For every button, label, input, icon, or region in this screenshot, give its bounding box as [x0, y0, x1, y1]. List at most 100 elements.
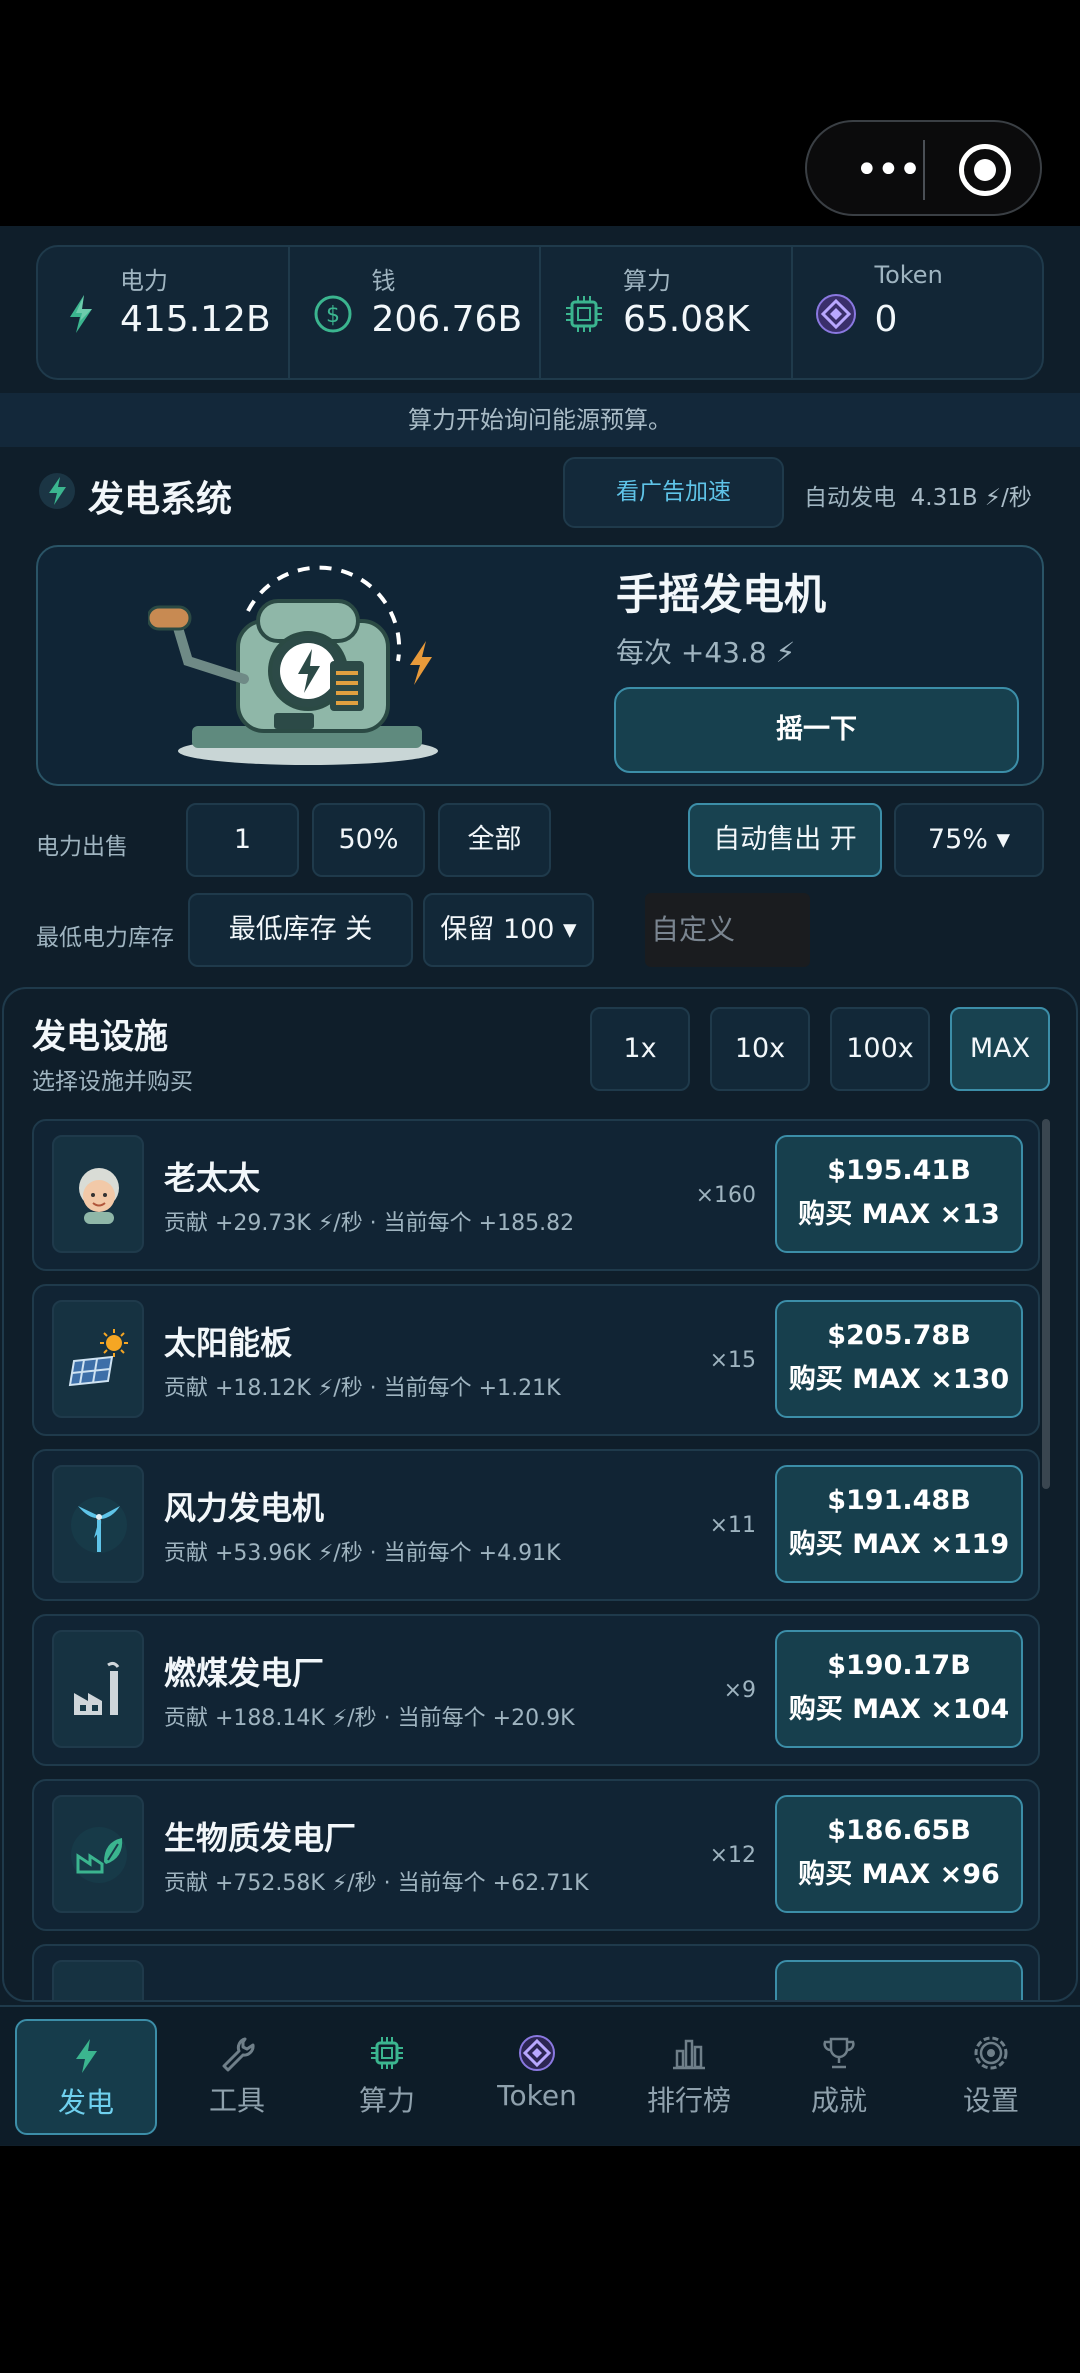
facility-thumb: [52, 1795, 144, 1913]
facility-row: 老太太 贡献 +29.73K ⚡/秒 · 当前每个 +185.82 ×160 $…: [32, 1119, 1040, 1271]
facility-count: ×160: [695, 1183, 756, 1208]
facility-thumb: [52, 1135, 144, 1253]
reserve-label: 最低电力库存: [36, 925, 174, 951]
buy-button[interactable]: $195.41B 购买 MAX ×13: [775, 1135, 1023, 1253]
chip-icon: [566, 296, 602, 332]
buy-button[interactable]: $205.78B 购买 MAX ×130: [775, 1300, 1023, 1418]
tab-label: 工具: [208, 2084, 265, 2117]
facilities-subtitle: 选择设施并购买: [32, 1069, 193, 1095]
stat-label: Token: [874, 261, 943, 289]
grandma-icon: [79, 1168, 119, 1224]
token-icon: [815, 294, 856, 334]
custom-reserve-input[interactable]: 自定义: [645, 893, 810, 967]
stat-power: 电力 415.12B: [38, 247, 290, 378]
sell-50pct-button[interactable]: 50%: [312, 803, 425, 877]
tab-tools[interactable]: 工具: [166, 2019, 308, 2135]
close-target-icon[interactable]: [959, 144, 1011, 196]
facility-thumb: [52, 1300, 144, 1418]
stat-value: 65.08K: [623, 299, 750, 340]
buy-action: 购买 MAX ×96: [798, 1859, 1000, 1890]
sell-label: 电力出售: [36, 834, 128, 860]
stat-value: 206.76B: [371, 299, 523, 340]
tab-label: 成就: [810, 2084, 867, 2117]
stat-token: Token 0: [793, 247, 1043, 378]
wind-turbine-icon: [71, 1497, 127, 1553]
stat-label: 算力: [623, 267, 671, 295]
stat-money: $ 钱 206.76B: [290, 247, 541, 378]
tab-power[interactable]: 发电: [15, 2019, 157, 2135]
crank-button[interactable]: 摇一下: [614, 687, 1019, 773]
tab-label: 发电: [57, 2086, 114, 2119]
qty-1x-button[interactable]: 1x: [590, 1007, 690, 1091]
reserve-amount-select[interactable]: 保留 100 ▾: [423, 893, 594, 967]
facilities-title: 发电设施: [32, 1017, 168, 1057]
facility-row: 太阳能板 贡献 +18.12K ⚡/秒 · 当前每个 +1.21K ×15 $2…: [32, 1284, 1040, 1436]
more-icon[interactable]: •••: [855, 150, 922, 190]
facility-name: 燃煤发电厂: [164, 1654, 325, 1692]
tab-label: 排行榜: [646, 2084, 731, 2117]
bolt-icon: [39, 473, 75, 509]
auto-gen-label: 自动发电: [804, 485, 896, 511]
buy-action: 购买 MAX ×104: [788, 1694, 1010, 1725]
svg-text:$: $: [326, 303, 340, 328]
buy-button[interactable]: $190.17B 购买 MAX ×104: [775, 1630, 1023, 1748]
auto-generation-rate: 自动发电 4.31B ⚡/秒: [804, 478, 1032, 512]
tab-label: Token: [497, 2079, 577, 2112]
auto-sell-percent-select[interactable]: 75% ▾: [894, 803, 1044, 877]
facility-count: ×9: [723, 1678, 756, 1703]
buy-price: $205.78B: [827, 1320, 971, 1351]
resource-stats: 电力 415.12B $ 钱 206.76B 算力 65.08K Token 0: [36, 245, 1044, 380]
buy-button[interactable]: [775, 1960, 1023, 2000]
qty-10x-button[interactable]: 10x: [710, 1007, 810, 1091]
chip-icon: [371, 2037, 403, 2069]
tab-label: 算力: [358, 2084, 415, 2117]
buy-action: 购买 MAX ×119: [788, 1529, 1010, 1560]
facility-name: 风力发电机: [164, 1489, 325, 1527]
facility-thumb: [52, 1630, 144, 1748]
bolt-icon: [70, 295, 92, 333]
buy-action: 购买 MAX ×130: [788, 1364, 1010, 1395]
tab-settings[interactable]: 设置: [920, 2019, 1062, 2135]
tab-compute[interactable]: 算力: [316, 2019, 458, 2135]
facility-desc: 贡献 +29.73K ⚡/秒 · 当前每个 +185.82: [164, 1211, 575, 1236]
miniprogram-capsule: •••: [805, 120, 1042, 216]
buy-action: 购买 MAX ×13: [798, 1199, 1000, 1230]
facility-row: 燃煤发电厂 贡献 +188.14K ⚡/秒 · 当前每个 +20.9K ×9 $…: [32, 1614, 1040, 1766]
section-title: 发电系统: [88, 479, 233, 520]
sell-1-button[interactable]: 1: [186, 803, 299, 877]
coal-plant-icon: [74, 1661, 120, 1715]
scrollbar[interactable]: [1042, 1119, 1050, 1489]
tab-token[interactable]: Token: [466, 2019, 608, 2135]
auto-sell-toggle[interactable]: 自动售出 开: [688, 803, 882, 877]
dollar-icon: $: [314, 295, 351, 333]
auto-gen-value: 4.31B ⚡/秒: [910, 485, 1032, 511]
sell-all-button[interactable]: 全部: [438, 803, 551, 877]
facility-name: 生物质发电厂: [164, 1819, 357, 1857]
tab-achievements[interactable]: 成就: [768, 2019, 910, 2135]
facility-thumb: [52, 1465, 144, 1583]
facility-name: 太阳能板: [164, 1324, 293, 1362]
qty-100x-button[interactable]: 100x: [830, 1007, 930, 1091]
qty-max-button[interactable]: MAX: [950, 1007, 1050, 1091]
tab-label: 设置: [962, 2084, 1019, 2117]
facility-desc: 贡献 +18.12K ⚡/秒 · 当前每个 +1.21K: [164, 1376, 561, 1401]
facility-desc: 贡献 +752.58K ⚡/秒 · 当前每个 +62.71K: [164, 1871, 589, 1896]
stat-value: 0: [874, 299, 898, 340]
min-reserve-toggle[interactable]: 最低库存 关: [188, 893, 413, 967]
buy-button[interactable]: $191.48B 购买 MAX ×119: [775, 1465, 1023, 1583]
facility-desc: 贡献 +53.96K ⚡/秒 · 当前每个 +4.91K: [164, 1541, 561, 1566]
stat-label: 钱: [371, 267, 396, 295]
solar-panel-icon: [68, 1329, 128, 1387]
tab-leaderboard[interactable]: 排行榜: [618, 2019, 760, 2135]
watch-ad-boost-button[interactable]: 看广告加速: [563, 457, 784, 528]
bottom-nav: 发电 工具 算力 Token 排行榜 成就 设置: [0, 2005, 1080, 2145]
buy-price: $191.48B: [827, 1485, 971, 1516]
buy-button[interactable]: $186.65B 购买 MAX ×96: [775, 1795, 1023, 1913]
app-root: ••• 电力 415.12B $ 钱 206.76B 算力 65.08K Tok…: [0, 0, 1080, 2373]
notice-banner: 算力开始询问能源预算。: [0, 393, 1080, 447]
buy-price: $186.65B: [827, 1815, 971, 1846]
stat-value: 415.12B: [120, 299, 271, 340]
stat-label: 电力: [120, 267, 168, 295]
bolt-icon: [76, 2039, 97, 2073]
token-icon: [519, 2035, 555, 2071]
